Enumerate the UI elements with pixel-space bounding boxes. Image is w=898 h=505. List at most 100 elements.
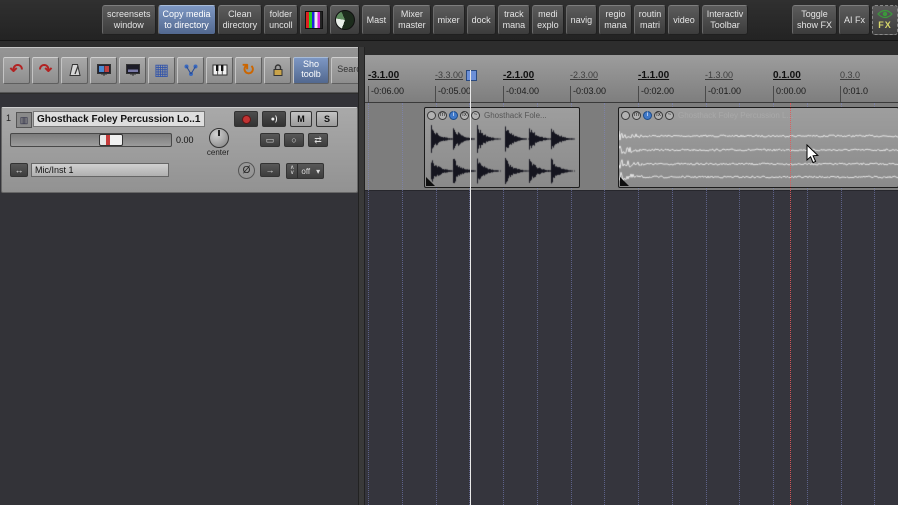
io-button[interactable]: ▭ — [260, 133, 280, 147]
routing-button[interactable] — [177, 56, 204, 84]
input-arrows-button[interactable]: ↔ — [10, 163, 28, 177]
grid-icon: ▦ — [153, 62, 170, 79]
item-properties-button[interactable]: i — [449, 111, 458, 120]
track-icon-button[interactable]: ▥ — [16, 112, 32, 128]
media-explorer-button[interactable]: medi explo — [532, 5, 564, 35]
toggle-show-fx-button[interactable]: Toggle show FX — [791, 5, 837, 35]
pan-knob[interactable] — [209, 128, 229, 148]
master-button[interactable]: Mast — [361, 5, 392, 35]
ruler-measure-label: -3.3.00 — [435, 70, 464, 80]
metronome-button[interactable] — [61, 56, 88, 84]
volume-value: 0.00 — [176, 135, 194, 145]
color-stripes-icon — [304, 11, 323, 29]
fx-visibility-button[interactable]: FX — [872, 5, 898, 35]
clean-directory-button[interactable]: Clean directory — [217, 5, 263, 35]
item-fx-button[interactable]: fx — [654, 111, 663, 120]
ruler-time-label: 0:00.00 — [773, 86, 806, 102]
record-icon — [241, 114, 251, 124]
monitor-fx-button[interactable]: ○ — [284, 133, 304, 147]
item-properties-button[interactable]: i — [643, 111, 652, 120]
theme-color-button[interactable] — [299, 5, 328, 35]
interactive-toolbar-button[interactable]: Interactiv Toolbar — [701, 5, 749, 35]
solo-button[interactable]: S — [316, 111, 338, 127]
edit-cursor[interactable] — [470, 70, 471, 505]
ruler-time-label: -0:02.00 — [638, 86, 674, 102]
grid-line — [604, 103, 606, 505]
automation-mode-control[interactable]: ∧ ∨ off ▾ — [286, 163, 325, 179]
edit-cursor-handle[interactable] — [466, 70, 477, 81]
automation-chevrons-icon: ∧ ∨ — [287, 164, 299, 178]
media-item-2[interactable]: m i fx ~ Ghosthack Foley Percussion L... — [618, 107, 898, 188]
input-select[interactable]: Mic/Inst 1 — [31, 163, 169, 177]
navigator-button[interactable]: navig — [565, 5, 598, 35]
io-button-group: ▭ ○ ⇄ — [260, 133, 328, 147]
track-name-field[interactable]: Ghosthack Foley Percussion Lo..1 — [33, 111, 205, 127]
ruler-measure-label: -3.1.00 — [368, 70, 400, 81]
item-fx-button[interactable]: fx — [460, 111, 469, 120]
item-mute-button[interactable]: m — [632, 111, 641, 120]
record-monitor-button[interactable]: ●) — [262, 111, 286, 127]
phase-button[interactable]: Ø — [238, 162, 255, 179]
item-label: Ghosthack Fole... — [484, 111, 547, 120]
undo-button[interactable]: ↶ — [3, 56, 30, 84]
timeline-ruler[interactable]: -3.1.00 -3.3.00 -2.1.00 -2.3.00 -1.1.00 … — [365, 55, 898, 103]
show-toolbar-button[interactable]: Sho toolb — [293, 56, 329, 84]
folder-uncollapse-button[interactable]: folder uncoll — [264, 5, 298, 35]
fade-in-handle[interactable] — [426, 177, 435, 186]
ruler-time-label: -0:06.00 — [368, 86, 404, 102]
toolbar-right-group: Toggle show FX AI Fx FX — [791, 5, 898, 35]
routing-matrix-button[interactable]: routin matri — [633, 5, 667, 35]
ruler-measure-label: 0.3.0 — [840, 70, 861, 80]
undo-icon: ↶ — [9, 62, 24, 79]
screensets-window-button[interactable]: screensets window — [102, 5, 156, 35]
mixer-button[interactable]: mixer — [432, 5, 465, 35]
ai-fx-button[interactable]: AI Fx — [838, 5, 870, 35]
media-item-1[interactable]: m i fx ~ Ghosthack Fole... — [424, 107, 580, 188]
redo-button[interactable]: ↷ — [32, 56, 59, 84]
track-manager-button[interactable]: track mana — [497, 5, 531, 35]
item-lock-button[interactable] — [621, 111, 630, 120]
volume-fader-handle[interactable] — [99, 134, 123, 146]
track-image-icon: ▥ — [19, 114, 29, 125]
track-panel[interactable]: 1 ▥ Ghosthack Foley Percussion Lo..1 ●) … — [1, 107, 358, 193]
grid-line — [401, 103, 403, 505]
item-envelope-button[interactable]: ~ — [471, 111, 480, 120]
panel-splitter[interactable] — [358, 47, 365, 505]
video-button[interactable]: video — [668, 5, 700, 35]
docker-button[interactable] — [119, 56, 146, 84]
item-header: m i fx ~ Ghosthack Fole... — [425, 108, 579, 123]
performance-meter-button[interactable] — [329, 5, 360, 35]
record-arm-button[interactable] — [234, 111, 258, 127]
fade-in-handle[interactable] — [620, 177, 629, 186]
item-mute-button[interactable]: m — [438, 111, 447, 120]
ruler-measure-label: -1.3.00 — [705, 70, 734, 80]
fx-label: FX — [878, 20, 892, 31]
ruler-measure-label: -2.1.00 — [503, 70, 535, 81]
screenset-button[interactable] — [90, 56, 117, 84]
monitor-dark-icon — [125, 64, 140, 76]
send-button[interactable]: → — [260, 163, 280, 177]
pan-label: center — [206, 148, 230, 157]
region-manager-button[interactable]: regio mana — [599, 5, 632, 35]
monitor-icon — [96, 64, 111, 76]
lock-button[interactable] — [264, 56, 291, 84]
route-button[interactable]: ⇄ — [308, 133, 328, 147]
item1-waveform — [425, 123, 577, 187]
top-toolbar: screensets window Copy media to director… — [0, 0, 898, 41]
virtual-keyboard-button[interactable] — [206, 56, 233, 84]
ruler-time-label: -0:03.00 — [570, 86, 606, 102]
volume-fader[interactable] — [10, 133, 172, 147]
automation-mode-value: off — [301, 166, 311, 176]
dock-button[interactable]: dock — [466, 5, 496, 35]
grid-settings-button[interactable]: ▦ — [148, 56, 175, 84]
loop-button[interactable]: ↻ — [235, 56, 262, 84]
mute-button[interactable]: M — [290, 111, 312, 127]
track-number: 1 — [6, 113, 12, 123]
mixer-master-button[interactable]: Mixer master — [393, 5, 431, 35]
copy-media-to-directory-button[interactable]: Copy media to directory — [157, 5, 216, 35]
item-label: Ghosthack Foley Percussion L... — [678, 111, 794, 120]
item-envelope-button[interactable]: ~ — [665, 111, 674, 120]
item-lock-button[interactable] — [427, 111, 436, 120]
chevron-down-icon: ∨ — [290, 170, 295, 176]
item-header: m i fx ~ Ghosthack Foley Percussion L... — [619, 108, 898, 123]
